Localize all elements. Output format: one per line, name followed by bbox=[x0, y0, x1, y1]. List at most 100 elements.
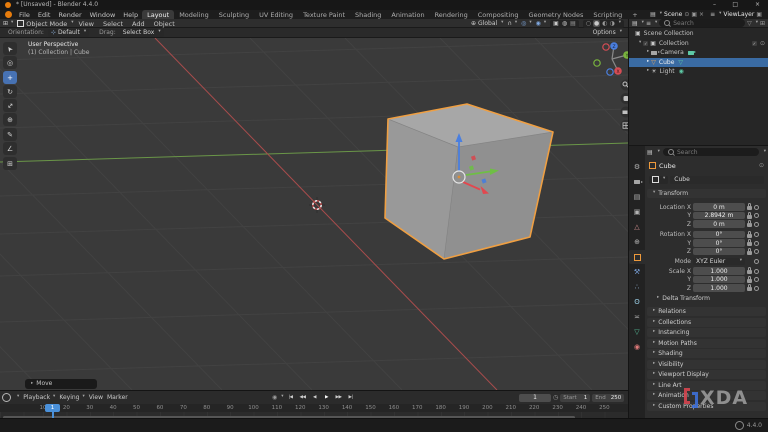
tab-view-layer[interactable]: ▣ bbox=[629, 205, 645, 219]
editor-type-icon[interactable]: ⊞ bbox=[3, 20, 8, 27]
outliner-editor-icon[interactable]: ▤ bbox=[632, 20, 638, 27]
unlink-scene-icon[interactable]: × bbox=[699, 11, 704, 18]
menu-view[interactable]: View bbox=[75, 20, 98, 28]
viewlayer-name[interactable]: ViewLayer bbox=[723, 11, 754, 18]
scale-x-field[interactable]: 1.000 bbox=[693, 267, 745, 275]
operator-panel-move[interactable]: ▸ Move bbox=[25, 379, 97, 389]
tab-scripting[interactable]: Scripting bbox=[588, 10, 627, 20]
mode-dropdown[interactable]: Object Mode ▾ bbox=[17, 20, 74, 28]
menu-select[interactable]: Select bbox=[99, 20, 127, 28]
collapse-caret-icon[interactable]: ▾ bbox=[639, 40, 641, 46]
end-frame-field[interactable]: End 250 bbox=[592, 393, 625, 402]
expand-caret-icon[interactable]: ▸ bbox=[647, 50, 649, 55]
jump-to-end-button[interactable]: ▶| bbox=[346, 393, 356, 402]
close-button[interactable]: × bbox=[755, 1, 760, 8]
outliner-display-mode-icon[interactable]: ≡ bbox=[646, 20, 651, 27]
menu-keying[interactable]: Keying ▾ bbox=[59, 394, 84, 401]
outliner-row-collection[interactable]: ▾ ✓ ▣ Collection ✓ ⊙ bbox=[629, 39, 768, 48]
outliner-row-camera[interactable]: ▸ Camera ⊙ bbox=[629, 48, 768, 57]
orientation-setting-dropdown[interactable]: ⊹ Default ▾ bbox=[47, 28, 90, 37]
rotation-x-field[interactable]: 0° bbox=[693, 230, 745, 239]
tool-move[interactable]: + bbox=[3, 71, 17, 84]
tool-select-box[interactable]: ➤ bbox=[3, 42, 17, 55]
tab-world[interactable]: ⊕ bbox=[629, 235, 645, 249]
scale-y-field[interactable]: 1.000 bbox=[693, 275, 745, 284]
minimize-button[interactable]: – bbox=[713, 1, 716, 8]
lock-icon[interactable] bbox=[747, 247, 752, 255]
tab-modeling[interactable]: Modeling bbox=[174, 10, 214, 20]
tab-shading[interactable]: Shading bbox=[350, 10, 386, 20]
breadcrumb-object-name[interactable]: Cube bbox=[659, 162, 676, 170]
menu-file[interactable]: File bbox=[15, 11, 34, 19]
tab-rendering[interactable]: Rendering bbox=[430, 10, 473, 20]
outliner-row-scene-collection[interactable]: ▣ Scene Collection bbox=[629, 29, 768, 38]
tool-cursor[interactable]: ◎ bbox=[3, 56, 17, 69]
expand-caret-icon[interactable]: ▸ bbox=[647, 69, 649, 74]
animate-dot-icon[interactable] bbox=[754, 232, 759, 237]
properties-search-input[interactable]: Search bbox=[662, 148, 759, 156]
object-name-field[interactable]: Cube bbox=[670, 175, 764, 184]
panel-viewport-display[interactable]: ▸ Viewport Display bbox=[647, 370, 766, 379]
tab-particles[interactable]: ∴ bbox=[629, 280, 645, 294]
menu-object[interactable]: Object bbox=[150, 20, 179, 28]
outliner-row-cube[interactable]: ▸ ▽ Cube ▽ ⊙ bbox=[629, 57, 768, 67]
menu-view-timeline[interactable]: View bbox=[89, 394, 103, 401]
animate-dot-icon[interactable] bbox=[754, 249, 759, 254]
object-id-dropdown[interactable]: ▾ bbox=[649, 175, 669, 184]
delta-transform-panel[interactable]: ▸ Delta Transform bbox=[655, 295, 710, 302]
tab-scene[interactable]: △ bbox=[629, 220, 645, 234]
pivot-point-dropdown[interactable]: ◉ ▾ bbox=[536, 20, 547, 27]
jump-to-start-button[interactable]: |◀ bbox=[286, 393, 296, 402]
location-z-field[interactable]: 0 m bbox=[693, 220, 745, 228]
scene-name[interactable]: Scene bbox=[664, 11, 682, 18]
tab-physics[interactable]: ʘ bbox=[629, 295, 645, 309]
pin-scene-icon[interactable]: ⊙ bbox=[684, 11, 689, 18]
location-y-field[interactable]: 2.8942 m bbox=[693, 211, 745, 220]
viewlayer-browse-icon[interactable]: ≡ bbox=[710, 11, 715, 18]
tool-measure[interactable]: ∠ bbox=[3, 142, 17, 155]
tab-animation[interactable]: Animation bbox=[386, 10, 429, 20]
tab-tool[interactable]: ⚙ bbox=[629, 160, 645, 174]
properties-editor-icon[interactable]: ▤ bbox=[647, 149, 653, 156]
menu-render[interactable]: Render bbox=[54, 11, 85, 19]
tab-layout[interactable]: Layout bbox=[142, 9, 175, 20]
proportional-edit-toggle[interactable]: ◎ ▾ bbox=[521, 20, 532, 27]
rotation-z-field[interactable]: 0° bbox=[693, 247, 745, 256]
panel-motion-paths[interactable]: ▸ Motion Paths bbox=[647, 338, 766, 348]
tab-render[interactable] bbox=[629, 175, 645, 189]
tab-constraints[interactable]: ≍ bbox=[629, 310, 645, 324]
shading-wireframe-icon[interactable]: ○ bbox=[586, 20, 591, 27]
animate-dot-icon[interactable] bbox=[754, 240, 759, 246]
lock-icon[interactable] bbox=[747, 211, 752, 219]
shading-rendered-icon[interactable]: ◑ bbox=[609, 20, 614, 27]
keying-clock-icon[interactable]: ◷ bbox=[553, 394, 558, 401]
show-gizmo-icon[interactable]: ▣ bbox=[553, 20, 559, 27]
outliner-search-input[interactable]: Search bbox=[659, 19, 746, 27]
animate-dot-icon[interactable] bbox=[754, 285, 759, 291]
tab-compositing[interactable]: Compositing bbox=[473, 10, 524, 20]
playhead-frame-badge[interactable]: 1 bbox=[45, 404, 60, 412]
exclude-checkbox[interactable]: ✓ bbox=[751, 40, 757, 46]
tab-texture-paint[interactable]: Texture Paint bbox=[298, 10, 350, 20]
hide-eye-icon[interactable]: ⊙ bbox=[760, 40, 765, 47]
menu-add[interactable]: Add bbox=[128, 20, 149, 28]
tool-transform[interactable]: ⊕ bbox=[3, 113, 17, 126]
tool-add-cube[interactable]: ⊞ bbox=[3, 157, 17, 170]
lock-icon[interactable] bbox=[747, 239, 752, 246]
snap-toggle[interactable]: ∩ ▾ bbox=[507, 20, 517, 27]
animate-dot-icon[interactable] bbox=[754, 277, 759, 282]
scene-browse-icon[interactable]: ▤ bbox=[650, 11, 656, 18]
rotation-mode-dropdown[interactable]: XYZ Euler ▾ bbox=[693, 257, 745, 266]
panel-instancing[interactable]: ▸ Instancing bbox=[647, 328, 766, 337]
animate-dot-icon[interactable] bbox=[754, 268, 759, 274]
collection-checkbox[interactable]: ✓ bbox=[643, 40, 649, 46]
play-reverse-button[interactable]: ◀ bbox=[310, 393, 320, 402]
tab-geometry-nodes[interactable]: Geometry Nodes bbox=[524, 10, 589, 20]
tab-object-data[interactable]: ▽ bbox=[629, 325, 645, 339]
expand-caret-icon[interactable]: ▸ bbox=[647, 59, 649, 65]
orientation-dropdown[interactable]: ⊕ Global ▾ bbox=[471, 20, 503, 27]
panel-relations[interactable]: ▸ Relations bbox=[647, 307, 766, 316]
tool-annotate[interactable]: ✎ bbox=[3, 128, 17, 141]
animate-dot-icon[interactable] bbox=[754, 259, 759, 264]
panel-collections[interactable]: ▸ Collections bbox=[647, 317, 766, 327]
